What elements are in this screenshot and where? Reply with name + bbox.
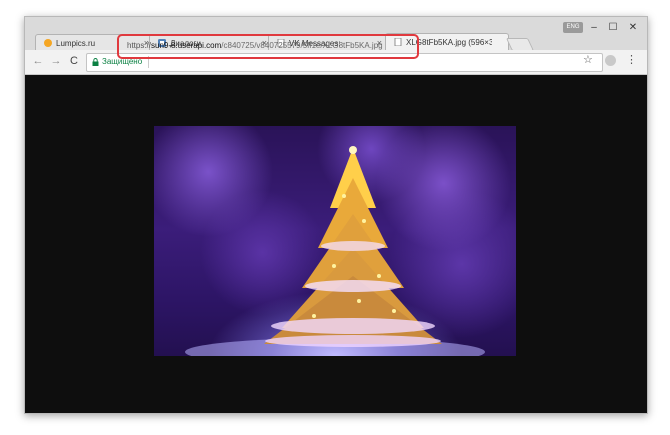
reload-button[interactable]: C [67,55,81,67]
christmas-tree-illustration [185,146,485,356]
forward-button[interactable]: → [49,55,63,67]
extension-icon[interactable] [605,55,616,66]
url-path: /c840725/v840725579/5ff1e/XLG8tFb5KA.jpg [221,41,383,50]
bookmark-star-icon[interactable]: ☆ [583,53,593,66]
url-host: sun9-8.userapi.com [151,41,222,50]
page-viewport [25,75,647,413]
browser-window: Lumpics.ru × Диалоги × VK Messages: × XL… [24,16,648,414]
language-badge: ENG [563,22,583,33]
maximize-button[interactable]: ☐ [606,22,620,33]
lock-icon [92,58,99,66]
url-scheme: https:// [127,41,152,50]
close-window-button[interactable]: ✕ [626,22,640,33]
orange-circle-icon [44,39,52,47]
back-button[interactable]: ← [31,55,45,67]
christmas-tree-image [154,126,516,356]
menu-icon[interactable]: ⋮ [626,53,637,66]
url-text[interactable]: https://sun9-8.userapi.com/c840725/v8407… [127,41,383,50]
minimize-button[interactable]: – [587,22,601,33]
